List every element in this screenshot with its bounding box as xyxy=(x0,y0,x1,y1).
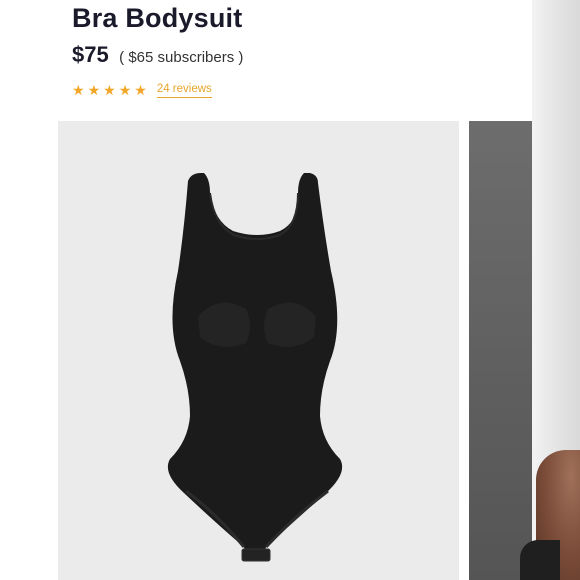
product-title: Bra Bodysuit xyxy=(72,3,243,33)
product-page: Bra Bodysuit $75 ( $65 subscribers ) ★ ★… xyxy=(0,0,580,580)
star-icon: ★ xyxy=(87,82,101,98)
thumbnail-garment-strap xyxy=(520,540,560,580)
rating-row: ★ ★ ★ ★ ★ 24 reviews xyxy=(72,81,212,99)
star-icon: ★ xyxy=(134,82,147,98)
star-rating: ★ ★ ★ ★ ★ xyxy=(72,83,147,97)
product-thumbnail-image[interactable] xyxy=(469,121,532,580)
bodysuit-image xyxy=(167,173,343,562)
price-row: $75 ( $65 subscribers ) xyxy=(72,42,243,68)
reviews-link[interactable]: 24 reviews xyxy=(156,83,212,98)
star-icon: ★ xyxy=(72,82,85,98)
subscriber-price: ( $65 subscribers ) xyxy=(119,49,244,66)
bodysuit-body xyxy=(167,173,343,561)
product-main-image[interactable] xyxy=(58,121,459,580)
star-icon: ★ xyxy=(103,82,116,98)
star-icon: ★ xyxy=(118,82,132,98)
product-price: $75 xyxy=(72,42,109,67)
